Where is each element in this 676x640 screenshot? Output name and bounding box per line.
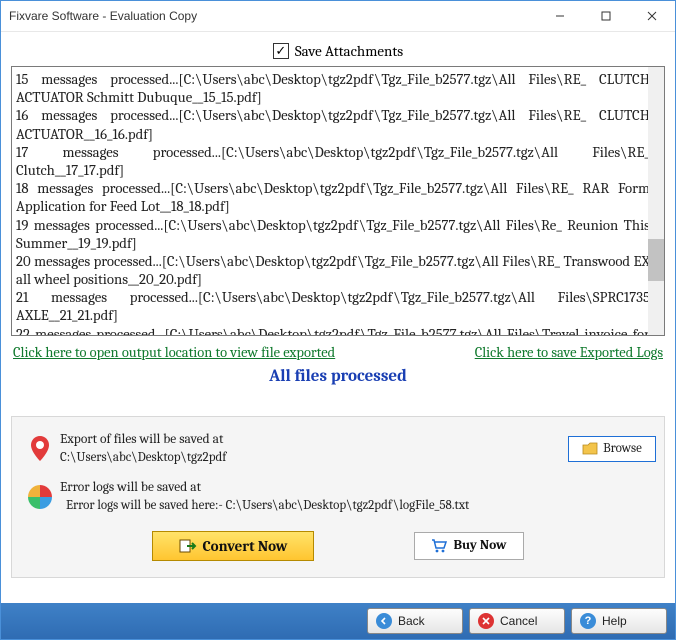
paths-panel: Export of files will be saved at C:\User… xyxy=(11,416,665,578)
log-line: 19 messages processed...[C:\Users\abc\De… xyxy=(16,217,650,253)
cancel-button[interactable]: Cancel xyxy=(469,608,565,634)
log-line: 18 messages processed...[C:\Users\abc\De… xyxy=(16,180,650,216)
convert-label: Convert Now xyxy=(203,537,288,555)
cancel-label: Cancel xyxy=(500,614,537,628)
back-button[interactable]: Back xyxy=(367,608,463,634)
export-path: C:\Users\abc\Desktop\tgz2pdf xyxy=(60,449,568,467)
cart-icon xyxy=(431,539,447,553)
titlebar: Fixvare Software - Evaluation Copy xyxy=(1,1,675,32)
links-row: Click here to open output location to vi… xyxy=(11,336,665,363)
export-path-row: Export of files will be saved at C:\User… xyxy=(20,425,656,473)
convert-now-button[interactable]: Convert Now xyxy=(152,531,314,561)
maximize-button[interactable] xyxy=(583,1,629,31)
scrollbar-track[interactable] xyxy=(648,67,664,335)
log-line: 20 messages processed...[C:\Users\abc\De… xyxy=(16,253,650,289)
log-line: 16 messages processed...[C:\Users\abc\De… xyxy=(16,107,650,143)
log-line: 17 messages processed...[C:\Users\abc\De… xyxy=(16,144,650,180)
browse-label: Browse xyxy=(603,441,642,456)
error-path: Error logs will be saved here:- C:\Users… xyxy=(60,497,656,515)
cancel-x-icon xyxy=(478,613,494,629)
browse-button[interactable]: Browse xyxy=(568,436,656,462)
processed-status: All files processed xyxy=(11,363,665,396)
action-row: Convert Now Buy Now xyxy=(20,521,656,567)
pie-chart-icon xyxy=(20,484,60,510)
convert-icon xyxy=(179,538,197,554)
window-title: Fixvare Software - Evaluation Copy xyxy=(9,9,537,23)
help-question-icon: ? xyxy=(580,613,596,629)
save-attachments-row: ✓ Save Attachments xyxy=(11,40,665,66)
help-label: Help xyxy=(602,614,627,628)
close-button[interactable] xyxy=(629,1,675,31)
log-line: 21 messages processed...[C:\Users\abc\De… xyxy=(16,289,650,325)
minimize-button[interactable] xyxy=(537,1,583,31)
back-arrow-icon xyxy=(376,613,392,629)
error-log-row: Error logs will be saved at Error logs w… xyxy=(20,473,656,521)
log-line: 15 messages processed...[C:\Users\abc\De… xyxy=(16,71,650,107)
buy-label: Buy Now xyxy=(453,538,506,553)
buy-now-button[interactable]: Buy Now xyxy=(414,532,524,560)
log-box: 15 messages processed...[C:\Users\abc\De… xyxy=(11,66,665,336)
back-label: Back xyxy=(398,614,425,628)
location-pin-icon xyxy=(20,435,60,463)
scrollbar-thumb[interactable] xyxy=(648,239,664,281)
save-attachments-checkbox[interactable]: ✓ xyxy=(273,43,289,59)
save-attachments-label: Save Attachments xyxy=(295,42,403,60)
log-line: 22 messages processed...[C:\Users\abc\De… xyxy=(16,326,650,335)
open-output-link[interactable]: Click here to open output location to vi… xyxy=(13,344,335,361)
export-label: Export of files will be saved at xyxy=(60,431,568,449)
help-button[interactable]: ? Help xyxy=(571,608,667,634)
error-label: Error logs will be saved at xyxy=(60,479,656,497)
save-logs-link[interactable]: Click here to save Exported Logs xyxy=(475,344,663,361)
folder-icon xyxy=(582,442,598,455)
log-content[interactable]: 15 messages processed...[C:\Users\abc\De… xyxy=(12,67,664,335)
footer-bar: Back Cancel ? Help xyxy=(1,603,675,639)
